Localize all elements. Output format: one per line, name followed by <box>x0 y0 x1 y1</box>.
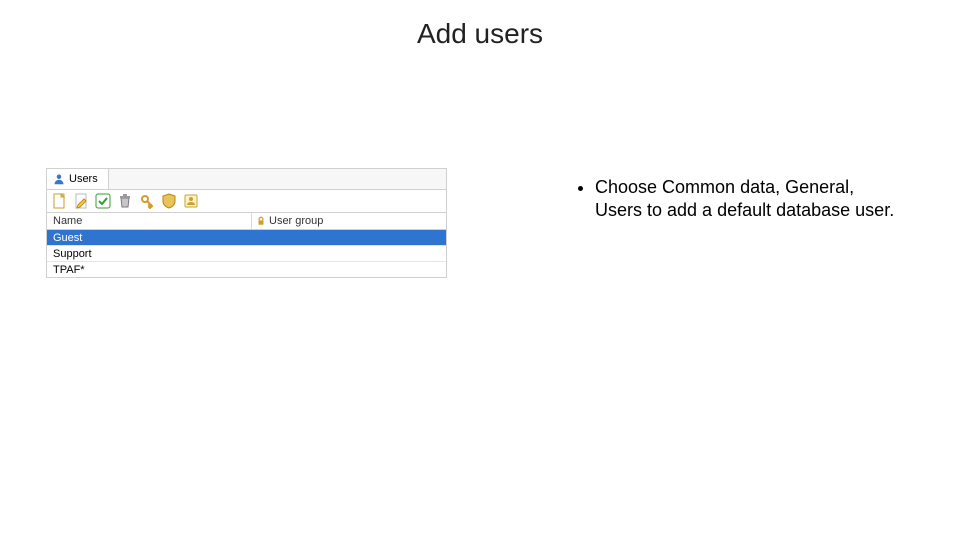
column-group-label: User group <box>269 215 323 227</box>
edit-icon[interactable] <box>73 193 89 209</box>
instruction-item: Choose Common data, General, Users to ad… <box>595 176 895 221</box>
delete-icon[interactable] <box>117 193 133 209</box>
cell-name: Guest <box>47 232 251 244</box>
page-title: Add users <box>0 18 960 50</box>
column-user-group[interactable]: User group <box>252 213 446 229</box>
users-panel: Users Name User group Guest Sup <box>46 168 447 278</box>
cell-name: Support <box>47 248 251 260</box>
tab-label: Users <box>69 173 98 185</box>
confirm-icon[interactable] <box>95 193 111 209</box>
instruction-block: Choose Common data, General, Users to ad… <box>575 176 895 227</box>
table-row[interactable]: Guest <box>47 230 446 245</box>
cell-name: TPAF* <box>47 264 251 276</box>
table-row[interactable]: Support <box>47 245 446 261</box>
rows: Guest Support TPAF* <box>47 230 446 277</box>
toolbar <box>47 190 446 213</box>
new-icon[interactable] <box>51 193 67 209</box>
column-headers: Name User group <box>47 213 446 230</box>
key-icon[interactable] <box>139 193 155 209</box>
tab-bar: Users <box>47 169 446 190</box>
column-name[interactable]: Name <box>47 213 252 229</box>
role-icon[interactable] <box>183 193 199 209</box>
tab-users[interactable]: Users <box>47 169 109 189</box>
user-icon <box>53 173 65 185</box>
table-row[interactable]: TPAF* <box>47 261 446 277</box>
shield-icon[interactable] <box>161 193 177 209</box>
lock-icon <box>256 216 266 226</box>
